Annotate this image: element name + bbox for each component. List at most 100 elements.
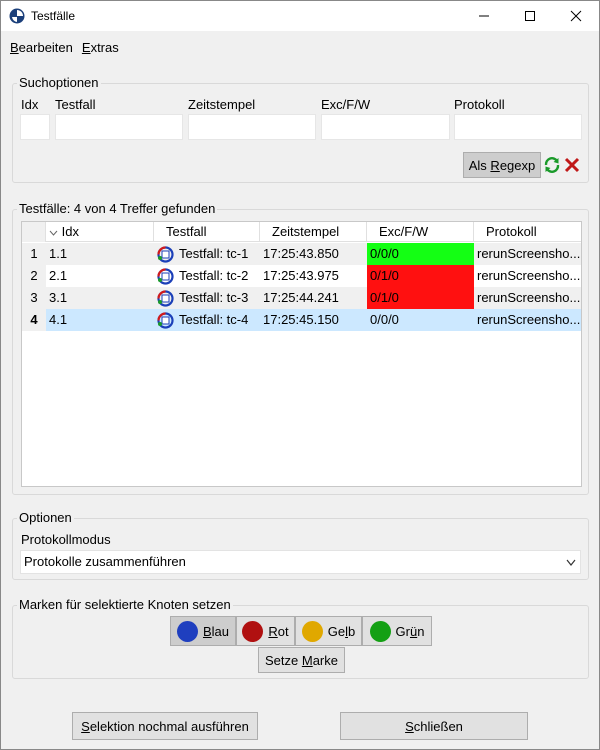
set-mark-mnemonic: M: [301, 652, 313, 668]
testfall-label: Testfall: tc-1: [179, 246, 249, 261]
cell-zeit: 17:25:43.975: [263, 268, 339, 283]
cell-idx: 1.1: [46, 243, 154, 265]
table-row[interactable]: 3 3.1 Testfall: tc-3 17:25:44.241 0/1/0 rerun…: [22, 287, 581, 309]
cell-zeit: 17:25:43.850: [263, 246, 339, 261]
mark-blue-button[interactable]: Blau: [170, 616, 236, 646]
testcase-icon: [157, 312, 174, 329]
cell-testfall: Testfall: tc-3: [154, 287, 260, 309]
close-icon: [570, 10, 582, 22]
protocol-mode-select[interactable]: Protokolle zusammenführen: [20, 550, 581, 574]
maximize-button[interactable]: [507, 1, 553, 31]
menu-mnemonic: E: [81, 39, 91, 55]
minimize-icon: [479, 15, 489, 17]
set-mark-label: Setze: [265, 652, 302, 668]
mark-label: Gr: [395, 623, 410, 639]
refresh-button[interactable]: [542, 152, 562, 178]
menu-extras[interactable]: Extras: [82, 40, 119, 55]
set-mark-button[interactable]: Setze Marke: [258, 647, 345, 673]
menu-label: xtras: [90, 39, 119, 55]
search-zeitstempel-input[interactable]: [188, 114, 316, 140]
options-legend: Optionen: [17, 510, 74, 525]
cell-protokoll: rerunScreensho...: [477, 268, 581, 283]
regexp-mnemonic: R: [490, 157, 500, 173]
menu-label: earbeiten: [18, 39, 73, 55]
table-row[interactable]: 1 1.1 Testfall: tc-1 17:25:43.850 0/0/0 rerun…: [22, 243, 581, 265]
row-number: 3: [22, 287, 46, 309]
header-protokoll[interactable]: Protokoll: [474, 222, 581, 242]
table-row[interactable]: 4 4.1 Testfall: tc-4 17:25:45.150 0/0/0 rerun…: [22, 309, 581, 331]
search-protokoll-input[interactable]: [454, 114, 582, 140]
protocol-mode-label: Protokollmodus: [21, 532, 111, 547]
regexp-label: Als: [468, 157, 491, 173]
testcase-icon: [157, 246, 174, 263]
cell-exc: 0/0/0: [367, 243, 474, 265]
cell-idx: 4.1: [46, 309, 154, 331]
search-label-exc: Exc/F/W: [321, 97, 371, 112]
header-label: Zeitstempel: [272, 224, 340, 239]
search-exc-input[interactable]: [321, 114, 450, 140]
sort-descending-icon: [49, 230, 58, 236]
refresh-icon: [544, 157, 560, 173]
menu-mnemonic: B: [10, 39, 19, 55]
mark-label: ot: [277, 623, 289, 639]
cell-exc: 0/1/0: [367, 265, 474, 287]
table-header: Idx Testfall Zeitstempel Exc/F/W Protoko…: [22, 222, 581, 242]
delete-icon: [564, 157, 580, 173]
close-mnemonic: S: [405, 718, 414, 734]
maximize-icon: [525, 11, 535, 21]
mark-red-button[interactable]: Rot: [236, 616, 295, 646]
menu-bearbeiten[interactable]: Bearbeiten: [10, 40, 73, 55]
search-options-group: Suchoptionen Idx Testfall Zeitstempel Ex…: [12, 75, 589, 183]
marks-legend: Marken für selektierte Knoten setzen: [17, 597, 233, 612]
row-number: 2: [22, 265, 46, 287]
row-number: 4: [22, 309, 46, 331]
search-label-zeitstempel: Zeitstempel: [188, 97, 256, 112]
regexp-label-rest: egexp: [499, 157, 536, 173]
mark-mnemonic: R: [268, 623, 278, 639]
table-row[interactable]: 2 2.1 Testfall: tc-2 17:25:43.975 0/1/0 rerun…: [22, 265, 581, 287]
cell-protokoll: rerunScreensho...: [477, 290, 581, 305]
header-label: Exc/F/W: [379, 224, 429, 239]
mark-mnemonic: ü: [409, 623, 418, 639]
search-idx-input[interactable]: [20, 114, 50, 140]
header-testfall[interactable]: Testfall: [154, 222, 260, 242]
yellow-circle-icon: [301, 620, 323, 642]
cell-protokoll: rerunScreensho...: [477, 246, 581, 261]
mark-yellow-button[interactable]: Ge l b: [295, 616, 362, 646]
rerun-label: elektion nochmal ausführen: [89, 718, 249, 734]
search-label-idx: Idx: [21, 97, 39, 112]
window-title: Testfälle: [31, 9, 76, 23]
row-number: 1: [22, 243, 46, 265]
regexp-toggle-button[interactable]: Als Regexp: [463, 152, 541, 178]
clear-search-button[interactable]: [562, 152, 582, 178]
app-icon: [9, 8, 25, 24]
menu-bar: Bearbeiten Extras: [1, 33, 599, 61]
cell-zeit: 17:25:45.150: [263, 312, 339, 327]
search-options-legend: Suchoptionen: [17, 75, 101, 90]
testfall-label: Testfall: tc-3: [179, 290, 249, 305]
mark-label-rest: b: [348, 623, 356, 639]
cell-exc: 0/0/0: [370, 312, 399, 327]
cell-exc: 0/1/0: [367, 287, 474, 309]
search-testfall-input[interactable]: [55, 114, 183, 140]
close-button[interactable]: Schließen: [340, 712, 528, 740]
mark-green-button[interactable]: Gr ü n: [362, 616, 432, 646]
mark-mnemonic: B: [202, 623, 212, 639]
header-zeitstempel[interactable]: Zeitstempel: [260, 222, 367, 242]
testcase-icon: [157, 290, 174, 307]
green-circle-icon: [369, 620, 391, 642]
search-label-protokoll: Protokoll: [454, 97, 505, 112]
mark-label: Ge: [327, 623, 346, 639]
close-window-button[interactable]: [553, 1, 599, 31]
minimize-button[interactable]: [461, 1, 507, 31]
header-label: Protokoll: [486, 224, 537, 239]
close-label: chließen: [413, 718, 463, 734]
results-legend: Testfälle: 4 von 4 Treffer gefunden: [17, 201, 218, 216]
cell-zeit: 17:25:44.241: [263, 290, 339, 305]
header-label: Testfall: [166, 224, 207, 239]
header-exc[interactable]: Exc/F/W: [367, 222, 474, 242]
set-mark-label-rest: arke: [312, 652, 338, 668]
header-idx[interactable]: Idx: [46, 222, 154, 242]
rerun-selection-button[interactable]: Selektion nochmal ausführen: [72, 712, 258, 740]
header-rownum: [22, 222, 46, 242]
